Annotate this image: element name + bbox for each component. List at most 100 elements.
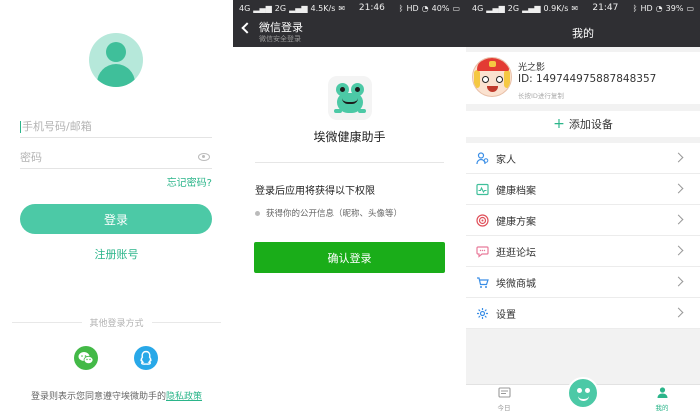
health-record-icon [476, 183, 489, 196]
network-speed: 0.9K/s [543, 3, 569, 13]
user-name: 光之影 [518, 63, 546, 73]
user-avatar[interactable] [472, 57, 512, 97]
clock: 21:46 [358, 3, 385, 13]
battery-icon: ▭ [452, 3, 460, 13]
phone-email-field[interactable] [20, 116, 212, 138]
page-title: 我的 [572, 27, 594, 40]
network-type: 4G [239, 3, 251, 13]
add-device-button[interactable]: + 添加设备 [466, 111, 700, 137]
wechat-header: 4G ▂▄▆ 2G ▂▄▆ 4.5K/s ✉ 21:46 ᛒ HD ◔ 40% … [233, 0, 466, 47]
signal-type: 2G [507, 3, 520, 13]
menu-list: 家人 健康档案 健康方案 逛逛论坛 埃微商城 设置 [466, 143, 700, 329]
chevron-right-icon [673, 152, 684, 163]
app-frog-logo-icon [328, 76, 372, 120]
menu-item-shop[interactable]: 埃微商城 [466, 267, 700, 298]
register-link[interactable]: 注册账号 [0, 246, 233, 262]
plus-icon: + [553, 116, 565, 132]
default-avatar-icon [89, 33, 143, 87]
chevron-right-icon [673, 307, 684, 318]
shop-icon [477, 277, 489, 288]
header-subtitle: 微信安全登录 [259, 35, 301, 43]
login-button[interactable]: 登录 [20, 204, 212, 234]
notification-icon: ✉ [338, 3, 346, 13]
password-input[interactable] [20, 151, 212, 164]
hd-label: HD [406, 3, 419, 13]
privacy-notice-text: 登录则表示您同意遵守埃微助手的 [30, 392, 166, 402]
network-type: 4G [472, 3, 484, 13]
settings-icon [477, 308, 488, 319]
status-bar: 4G ▂▄▆ 2G ▂▄▆ 4.5K/s ✉ 21:46 ᛒ HD ◔ 40% … [233, 0, 466, 16]
menu-item-label: 家人 [496, 154, 516, 166]
profile-card[interactable]: 光之影 ID: 149744975887848357 长按ID进行复制 [466, 52, 700, 104]
signal-icon-2: ▂▄▆ [289, 3, 308, 13]
menu-item-forum[interactable]: 逛逛论坛 [466, 236, 700, 267]
chevron-right-icon [673, 276, 684, 287]
user-id[interactable]: ID: 149744975887848357 [518, 73, 656, 85]
menu-item-family[interactable]: 家人 [466, 143, 700, 174]
health-plan-icon [476, 214, 489, 227]
bluetooth-icon: ᛒ [398, 3, 404, 13]
permission-item-label: 获得你的公开信息（昵称、头像等） [266, 209, 403, 219]
password-field[interactable] [20, 147, 212, 169]
my-header: 4G ▂▄▆ 2G ▂▄▆ 0.9K/s ✉ 21:47 ᛒ HD ◔ 39% … [466, 0, 700, 47]
battery-icon: ▭ [686, 3, 694, 13]
phone-email-input[interactable] [21, 120, 212, 133]
menu-item-settings[interactable]: 设置 [466, 298, 700, 329]
menu-item-health-record[interactable]: 健康档案 [466, 174, 700, 205]
person-icon [657, 387, 667, 398]
tab-today[interactable]: 今日 [484, 387, 524, 412]
menu-item-label: 健康档案 [496, 185, 536, 197]
signal-icon: ▂▄▆ [486, 3, 505, 13]
tab-me[interactable]: 我的 [642, 387, 682, 412]
permission-item: 获得你的公开信息（昵称、头像等） [255, 207, 402, 219]
screenshot-collage: 忘记密码? 登录 注册账号 其他登录方式 登录则表示您同意遵守埃微助手的隐私政策 [0, 0, 700, 415]
menu-item-health-plan[interactable]: 健康方案 [466, 205, 700, 236]
signal-icon-2: ▂▄▆ [522, 3, 541, 13]
signal-type: 2G [274, 3, 287, 13]
menu-item-label: 设置 [496, 309, 516, 321]
app-name: 埃微健康助手 [313, 130, 386, 144]
text-caret [20, 120, 21, 133]
privacy-policy-link[interactable]: 隐私政策 [166, 392, 202, 402]
forgot-password-link[interactable]: 忘记密码? [167, 174, 212, 189]
menu-item-label: 逛逛论坛 [496, 247, 536, 259]
wifi-icon: ◔ [421, 3, 429, 13]
wechat-auth-screen: 4G ▂▄▆ 2G ▂▄▆ 4.5K/s ✉ 21:46 ᛒ HD ◔ 40% … [233, 0, 466, 415]
tab-me-label: 我的 [655, 404, 669, 412]
wechat-login-icon[interactable] [74, 346, 98, 370]
tab-today-label: 今日 [497, 404, 511, 412]
back-arrow-icon[interactable] [241, 22, 253, 34]
other-login-divider: 其他登录方式 [12, 316, 222, 329]
forum-icon [476, 246, 489, 258]
copy-id-hint: 长按ID进行复制 [518, 92, 564, 100]
wifi-icon: ◔ [655, 3, 663, 13]
qq-login-icon[interactable] [134, 346, 158, 370]
bullet-icon [255, 210, 260, 216]
confirm-login-button[interactable]: 确认登录 [254, 242, 445, 273]
signal-icon: ▂▄▆ [253, 3, 272, 13]
my-profile-screen: 4G ▂▄▆ 2G ▂▄▆ 0.9K/s ✉ 21:47 ᛒ HD ◔ 39% … [466, 0, 700, 415]
login-screen: 忘记密码? 登录 注册账号 其他登录方式 登录则表示您同意遵守埃微助手的隐私政策 [0, 0, 233, 415]
chevron-right-icon [673, 245, 684, 256]
status-bar: 4G ▂▄▆ 2G ▂▄▆ 0.9K/s ✉ 21:47 ᛒ HD ◔ 39% … [466, 0, 700, 16]
menu-item-label: 埃微商城 [496, 278, 536, 290]
menu-item-label: 健康方案 [496, 216, 536, 228]
network-speed: 4.5K/s [310, 3, 336, 13]
privacy-notice: 登录则表示您同意遵守埃微助手的隐私政策 [0, 389, 233, 402]
divider [255, 162, 444, 163]
today-icon [497, 387, 511, 398]
clock: 21:47 [592, 3, 619, 13]
other-login-label: 其他登录方式 [89, 319, 144, 329]
permission-title: 登录后应用将获得以下权限 [255, 186, 375, 197]
notification-icon: ✉ [571, 3, 579, 13]
chevron-right-icon [673, 214, 684, 225]
add-device-label: 添加设备 [568, 118, 613, 131]
battery-percent: 40% [431, 3, 450, 13]
hd-label: HD [640, 3, 653, 13]
family-icon [476, 152, 489, 165]
show-password-icon[interactable] [198, 153, 210, 161]
bluetooth-icon: ᛒ [632, 3, 638, 13]
device-center-button[interactable] [567, 377, 599, 409]
header-title: 微信登录 [259, 21, 303, 34]
chevron-right-icon [673, 183, 684, 194]
